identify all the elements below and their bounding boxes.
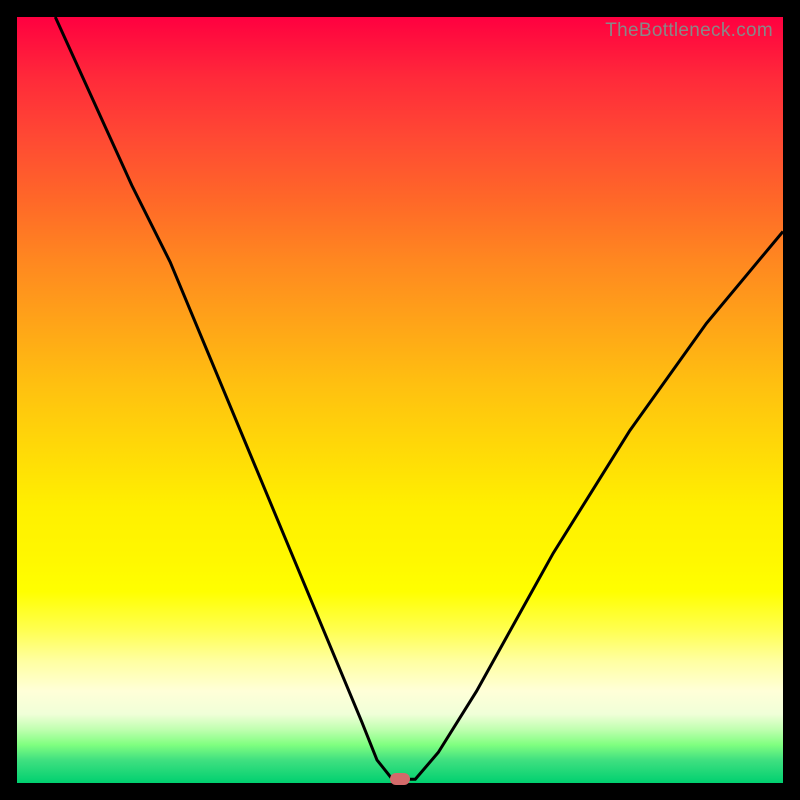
bottleneck-curve — [17, 17, 783, 783]
chart-frame: TheBottleneck.com — [0, 0, 800, 800]
plot-area: TheBottleneck.com — [17, 17, 783, 783]
optimal-point-marker — [390, 773, 410, 785]
